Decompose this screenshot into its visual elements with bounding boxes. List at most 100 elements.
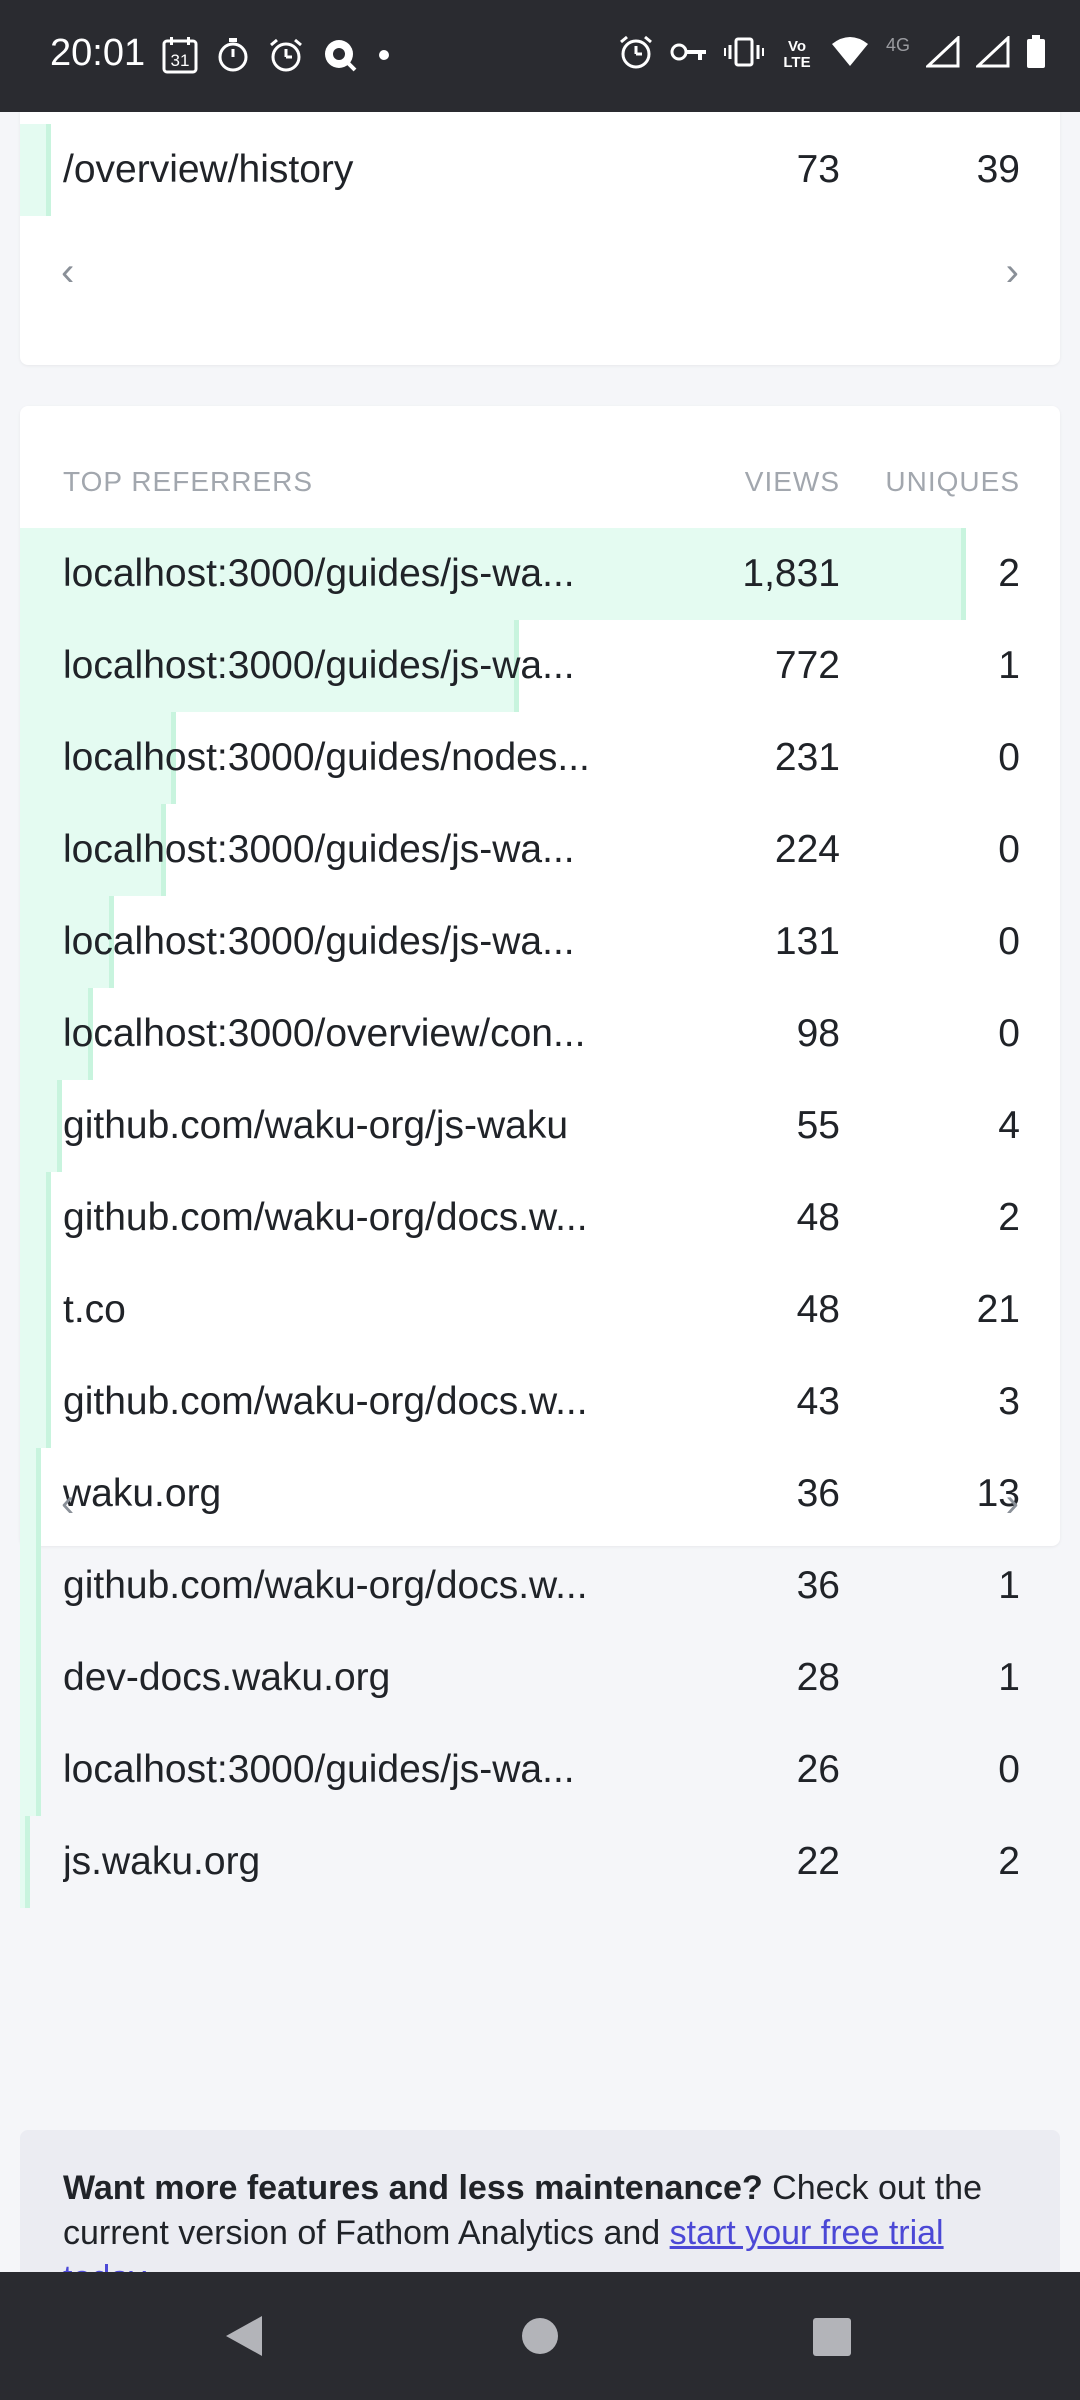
referrer-name: js.waku.org bbox=[63, 1840, 261, 1883]
referrer-name: github.com/waku-org/js-waku bbox=[63, 1104, 569, 1147]
table-row[interactable]: localhost:3000/overview/con... 98 0 bbox=[20, 988, 1060, 1080]
referrer-uniques: 21 bbox=[976, 1288, 1020, 1331]
signal-icon bbox=[924, 34, 960, 73]
status-time: 20:01 bbox=[50, 32, 146, 74]
referrer-uniques: 0 bbox=[998, 920, 1020, 963]
calendar-day: 31 bbox=[171, 51, 190, 70]
views-column-header: VIEWS bbox=[744, 466, 840, 497]
referrer-views: 28 bbox=[796, 1656, 840, 1699]
referrer-uniques: 1 bbox=[998, 644, 1020, 687]
referrer-views: 26 bbox=[796, 1748, 840, 1791]
navigation-bar bbox=[0, 2272, 1080, 2400]
referrer-uniques: 2 bbox=[998, 1196, 1020, 1239]
network-type-label: 4G bbox=[885, 35, 910, 55]
table-row[interactable]: localhost:3000/guides/nodes... 231 0 bbox=[20, 712, 1060, 804]
table-row[interactable]: github.com/waku-org/docs.w... 36 1 bbox=[20, 1540, 1060, 1632]
table-row[interactable]: localhost:3000/guides/js-wa... 224 0 bbox=[20, 804, 1060, 896]
signal-icon bbox=[974, 34, 1010, 73]
referrer-uniques: 2 bbox=[998, 1840, 1020, 1883]
uniques-column-header: UNIQUES bbox=[885, 466, 1020, 497]
row-bar bbox=[20, 1356, 51, 1448]
referrer-uniques: 1 bbox=[998, 1656, 1020, 1699]
referrer-views: 48 bbox=[796, 1196, 840, 1239]
referrer-name: waku.org bbox=[63, 1472, 222, 1515]
referrer-uniques: 0 bbox=[998, 1012, 1020, 1055]
alarm-icon bbox=[268, 37, 304, 78]
volte-icon: Vo LTE bbox=[783, 37, 811, 71]
table-row[interactable]: t.co 48 21 bbox=[20, 1264, 1060, 1356]
page-views: 73 bbox=[796, 148, 840, 191]
vibrate-icon bbox=[723, 37, 764, 72]
referrer-uniques: 0 bbox=[998, 828, 1020, 871]
prev-page-button[interactable]: ‹ bbox=[61, 250, 74, 295]
referrer-name: localhost:3000/guides/js-wa... bbox=[63, 1748, 575, 1791]
referrer-name: dev-docs.waku.org bbox=[63, 1656, 391, 1699]
top-pages-card: /overview/history 73 39 ‹ › bbox=[20, 112, 1060, 365]
referrer-name: github.com/waku-org/docs.w... bbox=[63, 1564, 588, 1607]
referrer-uniques: 1 bbox=[998, 1564, 1020, 1607]
table-row[interactable]: dev-docs.waku.org 28 1 bbox=[20, 1632, 1060, 1724]
table-row[interactable]: github.com/waku-org/js-waku 55 4 bbox=[20, 1080, 1060, 1172]
home-icon[interactable] bbox=[520, 2316, 560, 2361]
referrer-uniques: 0 bbox=[998, 736, 1020, 779]
referrer-views: 22 bbox=[796, 1840, 840, 1883]
recents-icon[interactable] bbox=[812, 2317, 852, 2362]
dot-icon bbox=[376, 47, 392, 68]
referrer-views: 1,831 bbox=[742, 552, 840, 595]
referrer-name: github.com/waku-org/docs.w... bbox=[63, 1196, 588, 1239]
row-bar bbox=[20, 1080, 62, 1172]
referrer-views: 55 bbox=[796, 1104, 840, 1147]
referrer-views: 772 bbox=[774, 644, 840, 687]
table-row[interactable]: localhost:3000/guides/js-wa... 772 1 bbox=[20, 620, 1060, 712]
referrer-views: 43 bbox=[796, 1380, 840, 1423]
table-row[interactable]: github.com/waku-org/docs.w... 48 2 bbox=[20, 1172, 1060, 1264]
row-bar bbox=[20, 1816, 30, 1908]
referrer-name: localhost:3000/guides/nodes... bbox=[63, 736, 590, 779]
row-bar bbox=[20, 124, 51, 216]
referrer-uniques: 2 bbox=[998, 552, 1020, 595]
referrer-views: 224 bbox=[774, 828, 840, 871]
table-row[interactable]: localhost:3000/guides/js-wa... 131 0 bbox=[20, 896, 1060, 988]
upgrade-promo: Want more features and less maintenance?… bbox=[20, 2130, 1060, 2272]
stopwatch-icon bbox=[216, 37, 250, 78]
page-path: /overview/history bbox=[63, 148, 354, 191]
referrer-views: 36 bbox=[796, 1564, 840, 1607]
referrer-views: 36 bbox=[796, 1472, 840, 1515]
next-page-button[interactable]: › bbox=[1006, 1481, 1019, 1526]
calendar-icon: 31 bbox=[162, 36, 198, 79]
row-bar bbox=[20, 1632, 41, 1724]
back-icon[interactable] bbox=[224, 2314, 264, 2363]
referrer-views: 131 bbox=[774, 920, 840, 963]
referrer-name: localhost:3000/guides/js-wa... bbox=[63, 920, 575, 963]
next-page-button[interactable]: › bbox=[1006, 250, 1019, 295]
referrer-uniques: 4 bbox=[998, 1104, 1020, 1147]
row-bar bbox=[20, 1448, 41, 1540]
table-row[interactable]: waku.org 36 13 bbox=[20, 1448, 1060, 1540]
alarm-icon bbox=[618, 34, 654, 75]
referrer-name: t.co bbox=[63, 1288, 126, 1331]
table-row[interactable]: github.com/waku-org/docs.w... 43 3 bbox=[20, 1356, 1060, 1448]
referrer-views: 98 bbox=[796, 1012, 840, 1055]
status-bar: 20:01 31 Vo LTE 4G bbox=[0, 0, 1080, 112]
prev-page-button[interactable]: ‹ bbox=[61, 1481, 74, 1526]
referrer-name: localhost:3000/guides/js-wa... bbox=[63, 828, 575, 871]
page-content: /overview/history 73 39 ‹ › TOP REFERRER… bbox=[0, 112, 1080, 2272]
referrer-uniques: 3 bbox=[998, 1380, 1020, 1423]
row-bar bbox=[20, 1264, 51, 1356]
referrers-title: TOP REFERRERS bbox=[63, 466, 314, 497]
referrer-name: localhost:3000/guides/js-wa... bbox=[63, 552, 575, 595]
vpn-key-icon bbox=[670, 40, 708, 69]
table-row[interactable]: localhost:3000/guides/js-wa... 1,831 2 bbox=[20, 528, 1060, 620]
referrer-name: github.com/waku-org/docs.w... bbox=[63, 1380, 588, 1423]
referrer-views: 48 bbox=[796, 1288, 840, 1331]
table-row[interactable]: localhost:3000/guides/js-wa... 26 0 bbox=[20, 1724, 1060, 1816]
row-bar bbox=[20, 1724, 41, 1816]
row-bar bbox=[20, 1172, 51, 1264]
table-row[interactable]: /overview/history 73 39 bbox=[20, 124, 1060, 216]
referrer-uniques: 0 bbox=[998, 1748, 1020, 1791]
search-app-icon bbox=[322, 37, 358, 78]
wifi-icon bbox=[830, 36, 870, 73]
table-row[interactable]: js.waku.org 22 2 bbox=[20, 1816, 1060, 1908]
promo-text: Want more features and less maintenance?… bbox=[63, 2166, 1003, 2272]
row-bar bbox=[20, 1540, 41, 1632]
